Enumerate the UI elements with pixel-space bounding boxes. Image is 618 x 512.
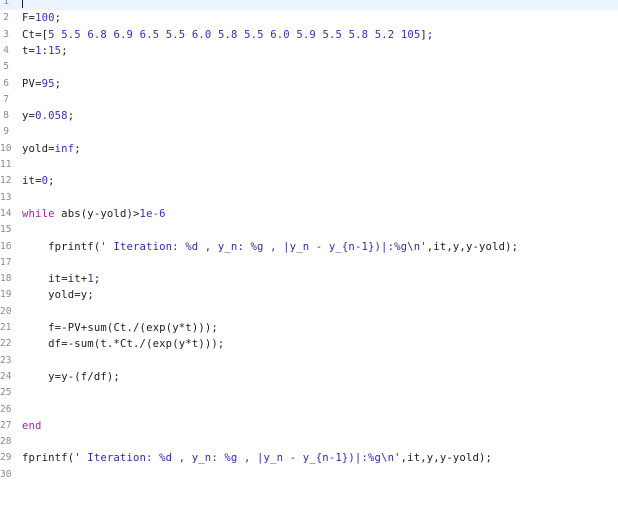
line-number: 16 — [0, 240, 12, 252]
code-line[interactable]: 9 — [0, 124, 618, 140]
line-number: 28 — [0, 436, 12, 448]
line-number: 27 — [0, 419, 12, 431]
code-text[interactable]: yold=inf; — [22, 141, 81, 157]
code-text[interactable]: while abs(y-yold)>1e-6 — [22, 206, 166, 222]
line-number: 10 — [0, 142, 12, 154]
line-number: 24 — [0, 370, 12, 382]
code-line[interactable]: 8 y=0.058; — [0, 108, 618, 124]
line-number: 18 — [0, 273, 12, 285]
code-line[interactable]: 13 — [0, 190, 618, 206]
line-number: 4 — [3, 44, 9, 56]
code-line[interactable]: 23 — [0, 353, 618, 369]
code-line[interactable]: 28 — [0, 434, 618, 450]
code-line[interactable]: 1 — [0, 0, 618, 11]
line-number: 7 — [3, 93, 9, 105]
code-text[interactable]: f=-PV+sum(Ct./(exp(y*t))); — [22, 320, 218, 336]
line-number: 20 — [0, 305, 12, 317]
code-text[interactable]: fprintf(' Iteration: %d , y_n: %g , |y_n… — [22, 239, 518, 255]
code-text[interactable]: yold=y; — [22, 287, 94, 303]
line-number: 25 — [0, 387, 12, 399]
code-text[interactable]: it=0; — [22, 173, 55, 189]
code-line[interactable]: 12 it=0; — [0, 173, 618, 189]
code-text[interactable]: it=it+1; — [22, 271, 100, 287]
line-number: 30 — [0, 468, 12, 480]
line-number: 13 — [0, 191, 12, 203]
line-number: 9 — [3, 126, 9, 138]
code-line[interactable]: 18 it=it+1; — [0, 271, 618, 287]
code-line[interactable]: 16 fprintf(' Iteration: %d , y_n: %g , |… — [0, 239, 618, 255]
code-text[interactable]: y=0.058; — [22, 108, 74, 124]
code-line[interactable]: 3 Ct=[5 5.5 6.8 6.9 6.5 5.5 6.0 5.8 5.5 6… — [0, 27, 618, 43]
code-line[interactable]: 11 — [0, 157, 618, 173]
code-line[interactable]: 15 — [0, 222, 618, 238]
code-line[interactable]: 29 fprintf(' Iteration: %d , y_n: %g , |y… — [0, 450, 618, 466]
line-number: 29 — [0, 452, 12, 464]
code-line[interactable]: 2 F=100; — [0, 10, 618, 26]
code-line[interactable]: 14 while abs(y-yold)>1e-6 — [0, 206, 618, 222]
line-number: 15 — [0, 224, 12, 236]
line-number: 22 — [0, 338, 12, 350]
line-number: 3 — [3, 28, 9, 40]
code-line[interactable]: 25 — [0, 385, 618, 401]
line-number: 1 — [3, 0, 9, 7]
line-number: 5 — [3, 61, 9, 73]
code-line[interactable]: 19 yold=y; — [0, 287, 618, 303]
code-text[interactable]: end — [22, 418, 42, 434]
code-line[interactable]: 22 df=-sum(t.*Ct./(exp(y*t))); — [0, 336, 618, 352]
code-line[interactable]: 30 — [0, 467, 618, 483]
code-line[interactable]: 4 t=1:15; — [0, 43, 618, 59]
code-line[interactable]: 6 PV=95; — [0, 76, 618, 92]
line-number: 12 — [0, 175, 12, 187]
code-line[interactable]: 7 — [0, 92, 618, 108]
line-number: 21 — [0, 322, 12, 333]
code-line[interactable]: 20 — [0, 304, 618, 320]
line-number: 2 — [3, 12, 9, 24]
code-text[interactable]: y=y-(f/df); — [22, 369, 120, 385]
code-line[interactable]: 17 — [0, 255, 618, 271]
code-text[interactable]: t=1:15; — [22, 43, 68, 59]
code-line[interactable]: 5 — [0, 59, 618, 75]
line-number: 8 — [3, 110, 9, 122]
line-number: 11 — [0, 159, 12, 170]
line-number: 19 — [0, 289, 12, 301]
code-text[interactable]: Ct=[5 5.5 6.8 6.9 6.5 5.5 6.0 5.8 5.5 6.… — [22, 27, 433, 43]
code-line[interactable]: 10 yold=inf; — [0, 141, 618, 157]
code-line[interactable]: 24 y=y-(f/df); — [0, 369, 618, 385]
code-editor[interactable]: 1 2 F=100; 3 Ct=[5 5.5 6.8 6.9 6.5 5.5 6.0 5… — [0, 0, 618, 512]
line-number: 17 — [0, 256, 12, 268]
line-number: 14 — [0, 207, 12, 219]
line-number: 23 — [0, 354, 12, 366]
line-number: 26 — [0, 403, 12, 415]
code-text[interactable]: F=100; — [22, 10, 61, 26]
code-line[interactable]: 21 f=-PV+sum(Ct./(exp(y*t))); — [0, 320, 618, 336]
code-text[interactable]: df=-sum(t.*Ct./(exp(y*t))); — [22, 336, 224, 352]
code-text[interactable]: fprintf(' Iteration: %d , y_n: %g , |y_n… — [22, 450, 492, 466]
code-text[interactable]: PV=95; — [22, 76, 61, 92]
text-cursor — [22, 0, 23, 8]
code-line[interactable]: 27 end — [0, 418, 618, 434]
line-number: 6 — [3, 77, 9, 89]
code-line[interactable]: 26 — [0, 402, 618, 418]
